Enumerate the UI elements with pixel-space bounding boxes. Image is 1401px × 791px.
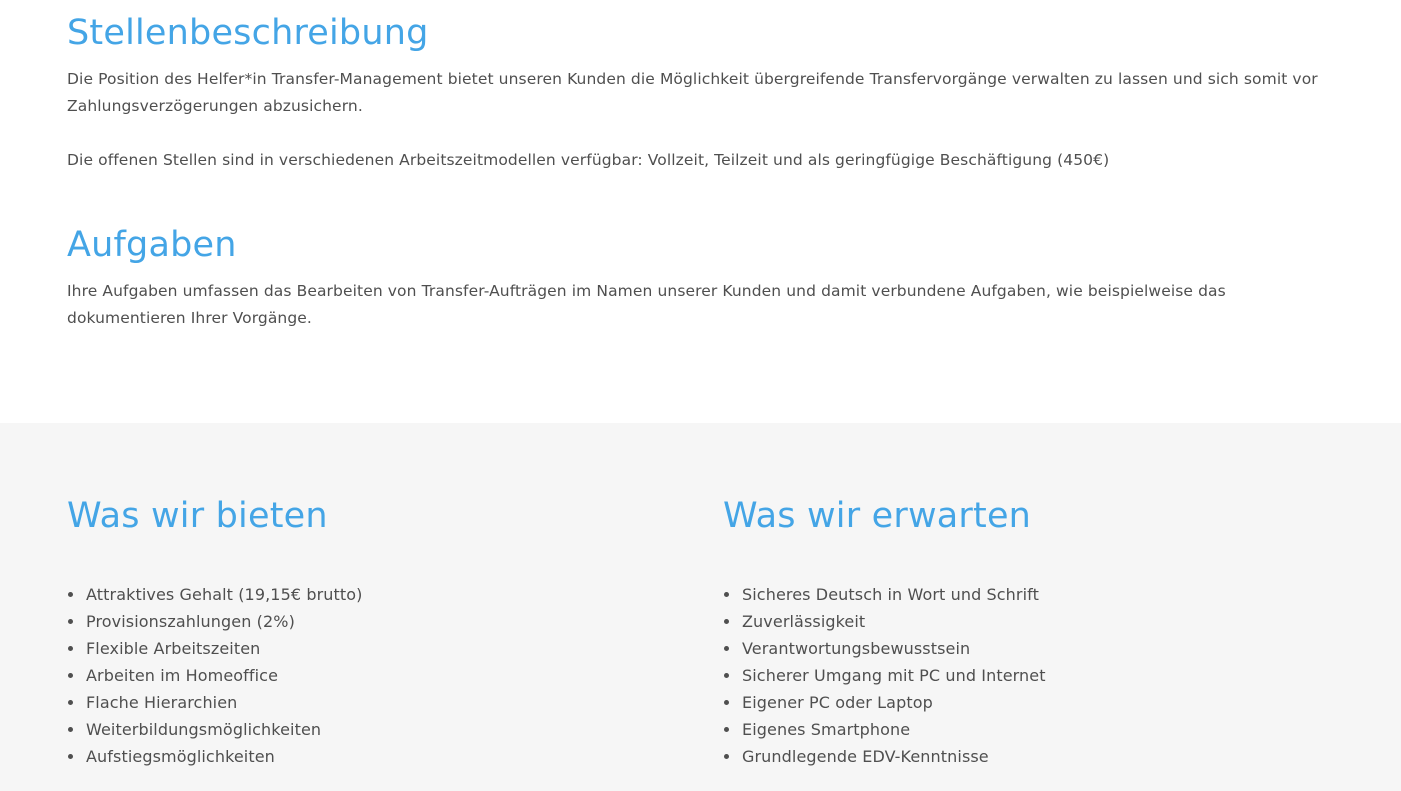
expect-list-item: Eigenes Smartphone <box>723 716 1323 743</box>
offer-list-item: Provisionszahlungen (2%) <box>67 608 627 635</box>
benefits-requirements-section: Was wir bieten Attraktives Gehalt (19,15… <box>0 423 1401 791</box>
tasks-heading: Aufgaben <box>67 225 237 265</box>
description-paragraph-1: Die Position des Helfer*in Transfer-Mana… <box>67 70 1318 115</box>
offer-list-item: Weiterbildungsmöglichkeiten <box>67 716 627 743</box>
offer-list-item: Arbeiten im Homeoffice <box>67 662 627 689</box>
expect-list-item: Zuverlässigkeit <box>723 608 1323 635</box>
expect-list-item: Grundlegende EDV-Kenntnisse <box>723 743 1323 770</box>
offer-list-item: Aufstiegsmöglichkeiten <box>67 743 627 770</box>
expect-heading: Was wir erwarten <box>723 496 1032 536</box>
expect-list-item: Sicheres Deutsch in Wort und Schrift <box>723 581 1323 608</box>
offer-list: Attraktives Gehalt (19,15€ brutto) Provi… <box>67 581 627 770</box>
offer-heading: Was wir bieten <box>67 496 328 536</box>
offer-list-item: Flache Hierarchien <box>67 689 627 716</box>
job-description-section: Stellenbeschreibung Die Position des Hel… <box>0 0 1401 423</box>
expect-list-item: Eigener PC oder Laptop <box>723 689 1323 716</box>
description-paragraph-2: Die offenen Stellen sind in verschiedene… <box>67 151 1110 169</box>
offer-list-item: Flexible Arbeitszeiten <box>67 635 627 662</box>
tasks-paragraph: Ihre Aufgaben umfassen das Bearbeiten vo… <box>67 282 1226 327</box>
expect-list-item: Sicherer Umgang mit PC und Internet <box>723 662 1323 689</box>
expect-list-item: Verantwortungsbewusstsein <box>723 635 1323 662</box>
description-heading: Stellenbeschreibung <box>67 13 429 53</box>
offer-list-item: Attraktives Gehalt (19,15€ brutto) <box>67 581 627 608</box>
expect-list: Sicheres Deutsch in Wort und Schrift Zuv… <box>723 581 1323 770</box>
